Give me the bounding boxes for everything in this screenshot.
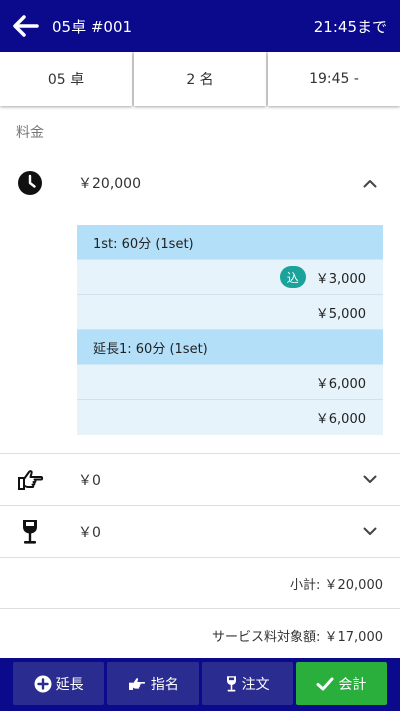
checkout-button[interactable]: 会計 <box>295 662 387 705</box>
order-button[interactable]: 注文 <box>201 662 293 705</box>
arrow-left-icon <box>13 15 39 37</box>
expand-toggle-order[interactable] <box>340 506 400 558</box>
guest-count-cell[interactable]: 2 名 <box>134 52 266 106</box>
table-info-bar: 05 卓 2 名 19:45 - <box>0 52 400 106</box>
detail-amount: ￥5,000 <box>315 306 366 322</box>
detail-row: ￥6,000 <box>77 365 383 400</box>
time-detail-table: 1st: 60分 (1set) 込 ￥3,000 ￥5,000 延長1: 60分… <box>77 225 383 435</box>
app-header: 05卓 #001 21:45まで <box>0 0 400 52</box>
pointing-hand-icon <box>128 677 145 690</box>
end-time-label: 21:45まで <box>313 17 387 36</box>
chevron-down-icon <box>363 475 377 483</box>
detail-amount: ￥3,000 <box>315 271 366 287</box>
included-badge: 込 <box>279 266 306 288</box>
checkout-button-label: 会計 <box>338 676 367 693</box>
charge-row-order[interactable]: ￥0 <box>0 506 400 558</box>
wine-glass-icon <box>226 675 236 691</box>
charge-row-time[interactable]: ￥20,000 <box>0 157 400 209</box>
service-target-text: サービス料対象額: ￥17,000 <box>212 629 383 645</box>
detail-header-extension: 延長1: 60分 (1set) <box>77 330 383 365</box>
plus-circle-icon <box>34 675 52 692</box>
order-button-label: 注文 <box>241 676 270 693</box>
extend-button[interactable]: 延長 <box>13 662 105 705</box>
pointing-hand-icon <box>18 469 44 490</box>
detail-header-first-set: 1st: 60分 (1set) <box>77 225 383 260</box>
section-label-fee: 料金 <box>16 125 44 141</box>
detail-amount: ￥6,000 <box>315 412 366 427</box>
start-time-cell[interactable]: 19:45 - <box>268 52 400 106</box>
detail-row: ￥6,000 <box>77 400 383 435</box>
clock-icon <box>18 171 42 195</box>
detail-row: 込 ￥3,000 <box>77 260 383 295</box>
nominate-button[interactable]: 指名 <box>107 662 199 705</box>
check-icon <box>316 677 334 690</box>
expand-toggle-nomination[interactable] <box>340 454 400 506</box>
page-title: 05卓 #001 <box>52 17 133 36</box>
service-target-row: サービス料対象額: ￥17,000 <box>0 610 400 660</box>
table-number-cell[interactable]: 05 卓 <box>0 52 132 106</box>
wine-glass-icon <box>23 519 37 544</box>
subtotal-text: 小計: ￥20,000 <box>290 578 383 593</box>
chevron-down-icon <box>363 527 377 535</box>
detail-row: ￥5,000 <box>77 295 383 330</box>
nominate-button-label: 指名 <box>150 676 179 693</box>
nomination-charge-amount: ￥0 <box>78 472 101 489</box>
detail-amount: ￥6,000 <box>315 376 366 392</box>
collapse-toggle-time[interactable] <box>340 157 400 209</box>
footer-toolbar: 延長 指名 注文 会計 <box>0 658 400 711</box>
order-charge-amount: ￥0 <box>78 524 101 541</box>
charge-row-nomination[interactable]: ￥0 <box>0 454 400 506</box>
time-charge-amount: ￥20,000 <box>78 176 141 192</box>
back-button[interactable] <box>0 0 52 52</box>
extend-button-label: 延長 <box>55 676 84 693</box>
chevron-up-icon <box>363 179 377 187</box>
subtotal-row: 小計: ￥20,000 <box>0 559 400 609</box>
